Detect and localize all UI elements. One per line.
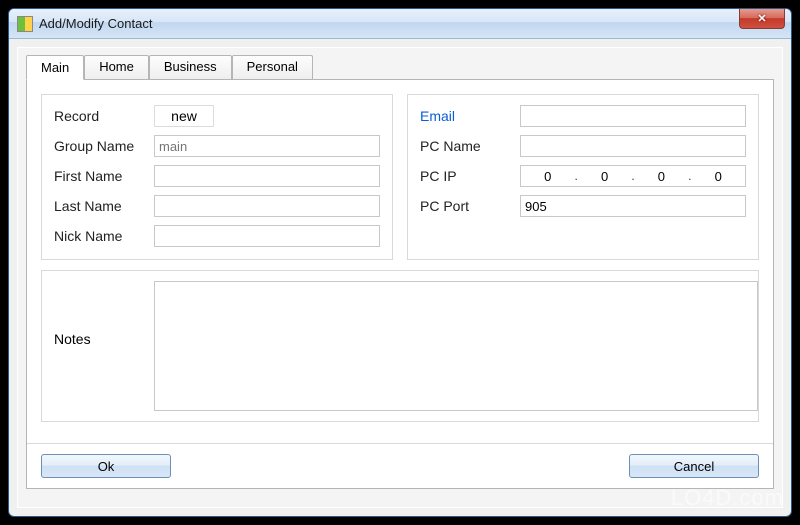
group-name-input [154,135,380,157]
tab-main[interactable]: Main [26,55,84,80]
button-bar: Ok Cancel [27,443,773,488]
notes-label: Notes [54,281,154,411]
first-name-input[interactable] [154,165,380,187]
pc-name-input[interactable] [520,135,746,157]
fieldset-right: Email PC Name PC IP . . [407,94,759,260]
ip-octet-1[interactable] [521,166,574,186]
record-value: new [154,105,214,127]
close-icon: ✕ [757,12,766,25]
pc-ip-input[interactable]: . . . [520,165,746,187]
ip-octet-3[interactable] [635,166,688,186]
close-button[interactable]: ✕ [739,9,785,29]
tab-personal[interactable]: Personal [232,55,313,80]
record-label: Record [54,108,154,124]
tab-panel-main: Record new Group Name First Name Last Na… [26,79,774,489]
app-icon [17,16,33,32]
cancel-button[interactable]: Cancel [629,454,759,478]
first-name-label: First Name [54,168,154,184]
dialog-window: Add/Modify Contact ✕ Main Home Business … [8,8,792,517]
client-area: Main Home Business Personal Record new G… [17,47,783,508]
notes-group: Notes [41,270,759,422]
tab-strip: Main Home Business Personal [26,54,782,79]
ip-octet-4[interactable] [691,166,744,186]
group-name-label: Group Name [54,138,154,154]
notes-textarea[interactable] [154,281,758,411]
nick-name-input[interactable] [154,225,380,247]
ok-button[interactable]: Ok [41,454,171,478]
tab-business[interactable]: Business [149,55,232,80]
email-label[interactable]: Email [420,108,520,124]
last-name-input[interactable] [154,195,380,217]
nick-name-label: Nick Name [54,228,154,244]
pc-name-label: PC Name [420,138,520,154]
email-input[interactable] [520,105,746,127]
pc-port-label: PC Port [420,198,520,214]
window-title: Add/Modify Contact [39,16,739,31]
ip-octet-2[interactable] [578,166,631,186]
tab-home[interactable]: Home [84,55,149,80]
pc-port-input[interactable] [520,195,746,217]
titlebar[interactable]: Add/Modify Contact ✕ [9,9,791,39]
pc-ip-label: PC IP [420,168,520,184]
last-name-label: Last Name [54,198,154,214]
fieldset-left: Record new Group Name First Name Last Na… [41,94,393,260]
